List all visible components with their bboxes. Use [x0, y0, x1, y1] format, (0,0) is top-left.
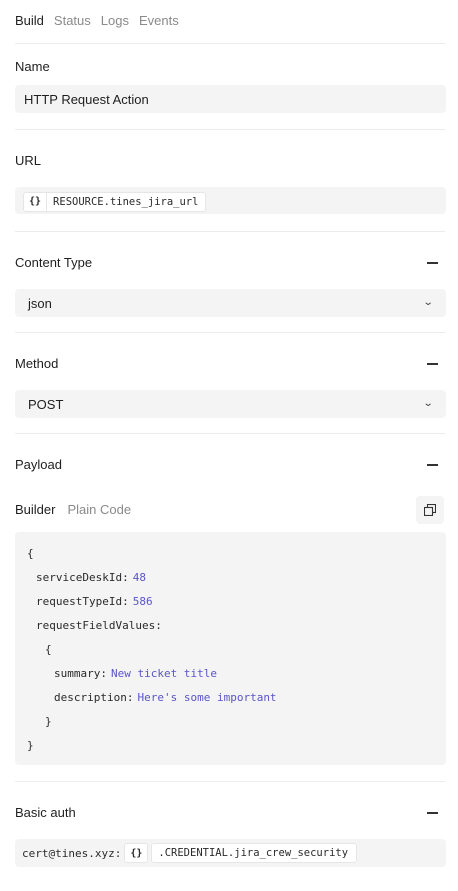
chevron-down-icon: ⌄	[422, 398, 434, 409]
open-brace: {	[27, 547, 34, 560]
content-type-value: json	[28, 296, 52, 311]
field-key: requestFieldValues	[36, 619, 156, 632]
payload-row[interactable]: requestTypeId: 586	[36, 595, 153, 608]
field-key: description	[54, 691, 127, 704]
chevron-down-icon: ⌄	[422, 297, 434, 308]
divider	[15, 332, 445, 333]
divider	[15, 433, 445, 434]
basic-auth-label: Basic auth	[15, 805, 76, 820]
payload-row[interactable]: requestFieldValues:	[36, 619, 162, 632]
divider	[15, 781, 445, 782]
name-label: Name	[15, 59, 50, 74]
inner-open-brace: {	[45, 643, 52, 656]
credential-reference: .CREDENTIAL.jira_crew_security	[151, 843, 358, 863]
tab-status[interactable]: Status	[54, 13, 91, 28]
url-reference: RESOURCE.tines_jira_url	[53, 195, 199, 208]
collapse-payload-icon[interactable]	[427, 464, 438, 466]
divider	[15, 43, 445, 44]
field-value[interactable]: 48	[133, 571, 146, 584]
payload-row[interactable]: summary: New ticket title	[54, 667, 217, 680]
collapse-content-type-icon[interactable]	[427, 262, 438, 264]
payload-row[interactable]: description: Here's some important	[54, 691, 277, 704]
auth-username: cert@tines.xyz:	[22, 846, 122, 860]
field-value[interactable]: Here's some important	[137, 691, 276, 704]
payload-mode-tabs: Builder Plain Code	[15, 502, 131, 517]
field-key: requestTypeId	[36, 595, 123, 608]
payload-row[interactable]: serviceDeskId: 48	[36, 571, 146, 584]
url-label: URL	[15, 153, 42, 168]
divider	[15, 129, 445, 130]
braces-icon: {}	[24, 192, 48, 211]
divider	[15, 231, 445, 232]
method-label: Method	[15, 356, 59, 371]
name-input[interactable]: HTTP Request Action	[15, 85, 446, 113]
field-key: serviceDeskId	[36, 571, 123, 584]
payload-label: Payload	[15, 457, 62, 472]
copy-button[interactable]	[416, 496, 444, 524]
basic-auth-input[interactable]: cert@tines.xyz: {} .CREDENTIAL.jira_crew…	[15, 839, 446, 867]
top-tabs: Build Status Logs Events	[15, 13, 179, 28]
collapse-basic-auth-icon[interactable]	[427, 812, 438, 814]
copy-icon	[424, 504, 436, 516]
tab-plain-code[interactable]: Plain Code	[67, 502, 131, 517]
tab-events[interactable]: Events	[139, 13, 179, 28]
tab-builder[interactable]: Builder	[15, 502, 55, 517]
inner-close-brace: }	[45, 715, 52, 728]
tab-logs[interactable]: Logs	[101, 13, 129, 28]
close-brace: }	[27, 739, 34, 752]
tab-build[interactable]: Build	[15, 13, 44, 28]
content-type-label: Content Type	[15, 255, 93, 270]
field-value[interactable]: New ticket title	[111, 667, 217, 680]
method-select[interactable]: POST ⌄	[15, 390, 446, 418]
url-reference-pill[interactable]: {} RESOURCE.tines_jira_url	[23, 191, 207, 212]
url-input[interactable]: {} RESOURCE.tines_jira_url	[15, 187, 446, 214]
braces-icon: {}	[124, 843, 149, 863]
field-value[interactable]: 586	[133, 595, 153, 608]
collapse-method-icon[interactable]	[427, 363, 438, 365]
payload-builder[interactable]: { serviceDeskId: 48 requestTypeId: 586 req…	[15, 532, 446, 765]
field-key: summary	[54, 667, 101, 680]
method-value: POST	[28, 397, 64, 412]
content-type-select[interactable]: json ⌄	[15, 289, 446, 317]
credential-reference-pill[interactable]: {} .CREDENTIAL.jira_crew_security	[124, 843, 358, 863]
